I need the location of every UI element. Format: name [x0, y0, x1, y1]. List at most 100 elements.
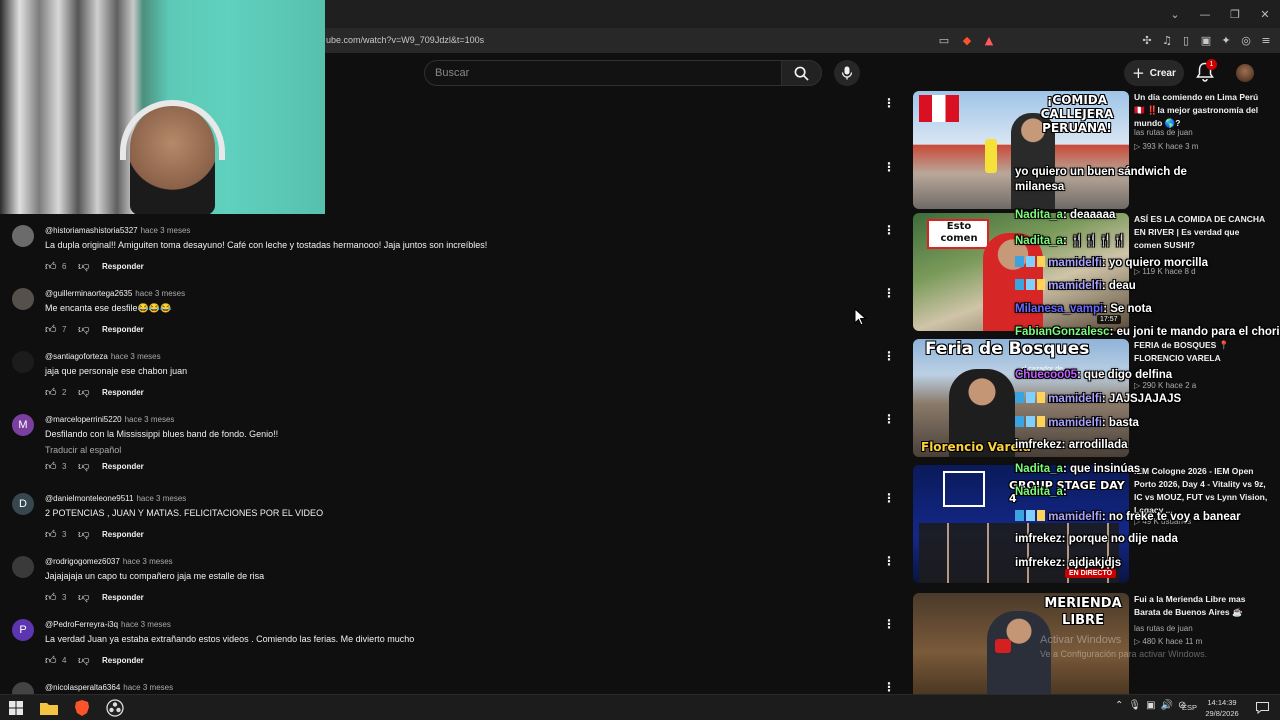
- obs-button[interactable]: [105, 698, 125, 718]
- recommendation-item[interactable]: Feria de Bosques Florencio Varela FERIA …: [913, 339, 1273, 457]
- more-options-icon[interactable]: ⋮: [883, 160, 895, 174]
- more-options-icon[interactable]: ⋮: [883, 96, 895, 110]
- comment-author[interactable]: @nicolasperalta6364: [45, 683, 120, 692]
- video-title[interactable]: Un día comiendo en Lima Perú 🇵🇪 ‼️la mej…: [1134, 91, 1269, 130]
- dislike-icon[interactable]: 👍︎: [78, 528, 102, 541]
- translate-link[interactable]: Traducir al español: [45, 445, 121, 455]
- comment-menu-icon[interactable]: ⋮: [883, 349, 895, 363]
- brave-rewards-icon[interactable]: ▲: [982, 33, 996, 47]
- comment-menu-icon[interactable]: ⋮: [883, 412, 895, 426]
- comment-time[interactable]: hace 3 meses: [121, 620, 171, 629]
- reply-button[interactable]: Responder: [102, 593, 144, 602]
- network-icon[interactable]: ▣: [1146, 700, 1155, 711]
- file-explorer-button[interactable]: [39, 698, 59, 718]
- recommendation-item[interactable]: GROUP STAGE DAY 4 EN DIRECTO IEM Cologne…: [913, 465, 1273, 583]
- video-title[interactable]: IEM Cologne 2026 - IEM Open Porto 2026, …: [1134, 465, 1269, 517]
- close-button[interactable]: ✕: [1250, 0, 1280, 28]
- comment-author[interactable]: @guillerminaortega2635: [45, 289, 132, 298]
- speaker-icon[interactable]: 🔊: [1161, 700, 1173, 711]
- like-icon[interactable]: 👍︎: [45, 591, 58, 604]
- minimize-button[interactable]: —: [1190, 0, 1220, 28]
- comment-time[interactable]: hace 3 meses: [123, 683, 173, 692]
- commenter-avatar[interactable]: [12, 556, 34, 578]
- video-thumbnail[interactable]: Esto comen 17:57: [913, 213, 1129, 331]
- video-thumbnail[interactable]: GROUP STAGE DAY 4 EN DIRECTO: [913, 465, 1129, 583]
- comment-author[interactable]: @danielmonteleone9511: [45, 494, 133, 503]
- dislike-icon[interactable]: 👍︎: [78, 386, 102, 399]
- commenter-avatar[interactable]: D: [12, 493, 34, 515]
- comment-menu-icon[interactable]: ⋮: [883, 491, 895, 505]
- comment-author[interactable]: @historiamashistoria5327: [45, 226, 138, 235]
- comment-menu-icon[interactable]: ⋮: [883, 554, 895, 568]
- comment-time[interactable]: hace 3 meses: [125, 415, 175, 424]
- comment-author[interactable]: @PedroFerreyra-i3q: [45, 620, 118, 629]
- comment-menu-icon[interactable]: ⋮: [883, 617, 895, 631]
- commenter-avatar[interactable]: [12, 351, 34, 373]
- video-title[interactable]: FERIA de BOSQUES 📍 FLORENCIO VARELA: [1134, 339, 1269, 365]
- like-icon[interactable]: 👍︎: [45, 260, 58, 273]
- restore-button[interactable]: ❐: [1220, 0, 1250, 28]
- channel-name[interactable]: el cazador de...: [1021, 366, 1069, 373]
- vpn-icon[interactable]: ◎: [1239, 33, 1253, 47]
- comment-time[interactable]: hace 3 meses: [141, 226, 191, 235]
- comment-time[interactable]: hace 3 meses: [136, 494, 186, 503]
- notifications-button[interactable]: 1: [1196, 59, 1217, 84]
- video-thumbnail[interactable]: ¡COMIDA CALLEJERA PERUANA!: [913, 91, 1129, 209]
- media-icon[interactable]: ♫: [1160, 33, 1174, 47]
- reply-button[interactable]: Responder: [102, 462, 144, 471]
- commenter-avatar[interactable]: [12, 225, 34, 247]
- reply-button[interactable]: Responder: [102, 262, 144, 271]
- dislike-icon[interactable]: 👍︎: [78, 591, 102, 604]
- tab-list-icon[interactable]: ⌄: [1160, 0, 1190, 28]
- reply-button[interactable]: Responder: [102, 325, 144, 334]
- comment-menu-icon[interactable]: ⋮: [883, 223, 895, 237]
- comment-author[interactable]: @santiagoforteza: [45, 352, 108, 361]
- leo-icon[interactable]: ✦: [1219, 33, 1233, 47]
- brave-browser-button[interactable]: [72, 698, 92, 718]
- channel-name[interactable]: las rutas de juan: [1134, 128, 1193, 137]
- url-text[interactable]: ube.com/watch?v=W9_709Jdzl&t=100s: [326, 35, 484, 45]
- comment-author[interactable]: @rodrigogomez6037: [45, 557, 120, 566]
- search-input[interactable]: Buscar: [424, 60, 782, 86]
- comment-time[interactable]: hace 3 meses: [123, 557, 173, 566]
- recommendation-item[interactable]: Esto comen 17:57 ASÍ ES LA COMIDA DE CAN…: [913, 213, 1273, 331]
- microphone-tray-icon[interactable]: 🎙: [1128, 700, 1141, 711]
- commenter-avatar[interactable]: P: [12, 619, 34, 641]
- voice-search-button[interactable]: [834, 60, 860, 86]
- create-button[interactable]: + Crear: [1124, 60, 1184, 86]
- account-avatar[interactable]: [1236, 64, 1254, 82]
- dislike-icon[interactable]: 👍︎: [78, 460, 102, 473]
- cast-icon[interactable]: ▭: [937, 33, 951, 47]
- extensions-icon[interactable]: ✣: [1140, 33, 1154, 47]
- comment-menu-icon[interactable]: ⋮: [883, 286, 895, 300]
- video-title[interactable]: ASÍ ES LA COMIDA DE CANCHA EN RIVER | Es…: [1134, 213, 1269, 252]
- like-icon[interactable]: 👍︎: [45, 386, 58, 399]
- language-indicator[interactable]: ESP: [1182, 703, 1197, 712]
- dislike-icon[interactable]: 👍︎: [78, 654, 102, 667]
- recommendation-item[interactable]: ¡COMIDA CALLEJERA PERUANA! Un día comien…: [913, 91, 1273, 209]
- start-button[interactable]: [6, 698, 26, 718]
- notification-center-button[interactable]: [1252, 698, 1272, 718]
- reply-button[interactable]: Responder: [102, 530, 144, 539]
- dislike-icon[interactable]: 👍︎: [78, 323, 102, 336]
- like-icon[interactable]: 👍︎: [45, 654, 58, 667]
- show-hidden-icons-icon[interactable]: ⌃: [1115, 700, 1123, 711]
- comment-time[interactable]: hace 3 meses: [135, 289, 185, 298]
- dislike-icon[interactable]: 👍︎: [78, 260, 102, 273]
- menu-icon[interactable]: ≡: [1259, 33, 1273, 47]
- channel-name[interactable]: las rutas de juan: [1134, 624, 1193, 633]
- video-thumbnail[interactable]: Feria de Bosques Florencio Varela: [913, 339, 1129, 457]
- reply-button[interactable]: Responder: [102, 388, 144, 397]
- reply-button[interactable]: Responder: [102, 656, 144, 665]
- commenter-avatar[interactable]: M: [12, 414, 34, 436]
- like-icon[interactable]: 👍︎: [45, 528, 58, 541]
- commenter-avatar[interactable]: [12, 288, 34, 310]
- search-button[interactable]: [782, 60, 822, 86]
- comment-menu-icon[interactable]: ⋮: [883, 680, 895, 694]
- like-icon[interactable]: 👍︎: [45, 460, 58, 473]
- like-icon[interactable]: 👍︎: [45, 323, 58, 336]
- wallet-icon[interactable]: ▣: [1199, 33, 1213, 47]
- comment-author[interactable]: @marceloperrini5220: [45, 415, 122, 424]
- clock[interactable]: 14:14:39 29/8/2026: [1198, 697, 1246, 719]
- comment-time[interactable]: hace 3 meses: [111, 352, 161, 361]
